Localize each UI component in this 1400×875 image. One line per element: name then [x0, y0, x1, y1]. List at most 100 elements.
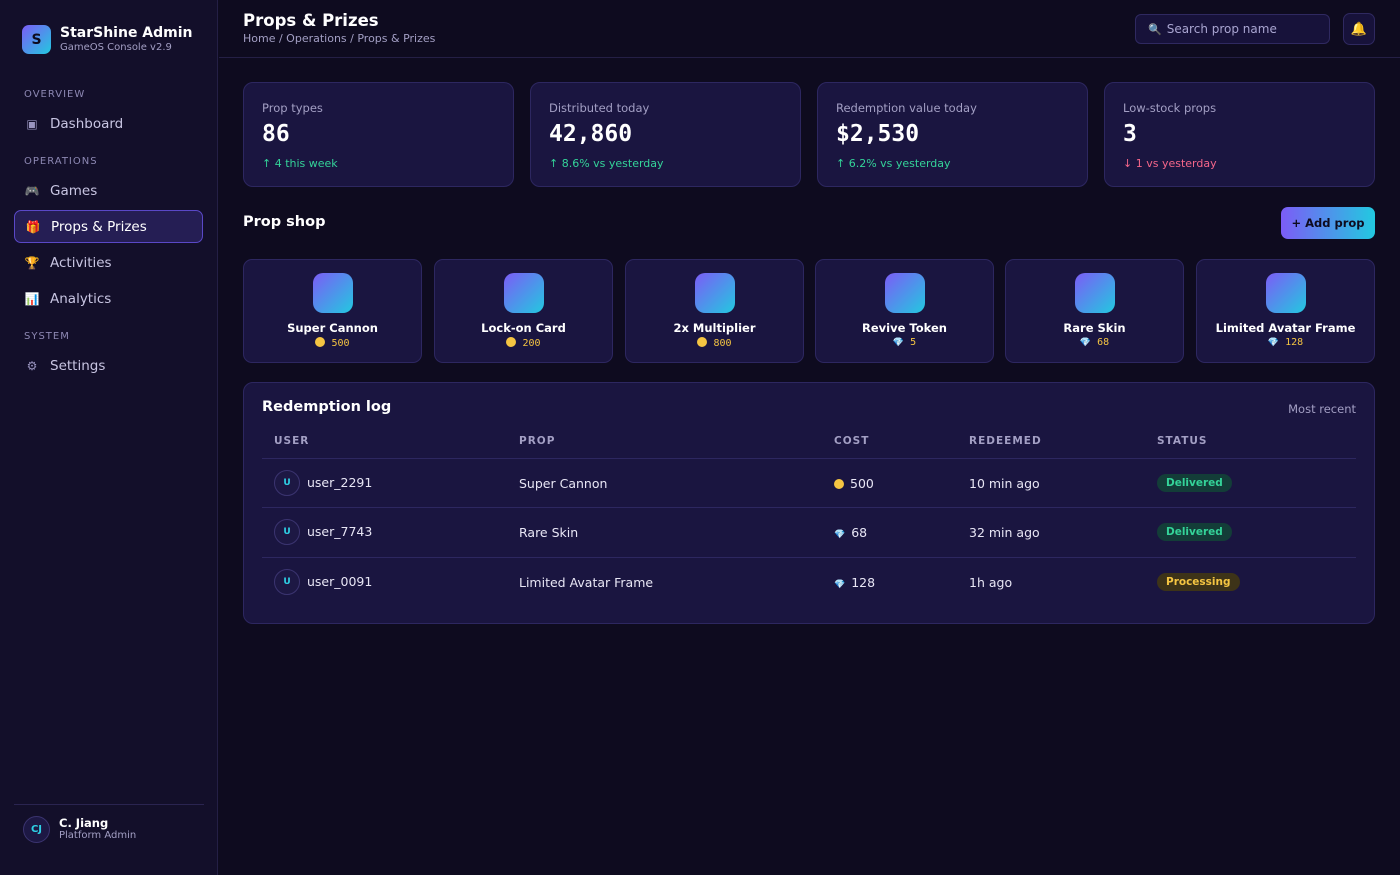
prop-price: 💎 5 — [892, 337, 917, 348]
table-cell-user[interactable]: user_7743 — [307, 524, 372, 539]
brand-subtitle: GameOS Console v2.9 — [60, 42, 172, 53]
coin-icon — [697, 337, 708, 347]
avatar: CJ — [23, 816, 50, 843]
prop-name: Super Cannon — [287, 321, 378, 335]
prop-image-icon — [1075, 273, 1115, 313]
table-divider — [262, 557, 1356, 558]
stat-label: Redemption value today — [836, 101, 977, 115]
avatar: U — [274, 519, 300, 545]
table-cell-prop: Super Cannon — [519, 476, 608, 491]
sidebar-item-label: Games — [50, 182, 98, 199]
prop-card[interactable]: 2x Multiplier 800 — [625, 259, 804, 363]
chart-icon: 📊 — [24, 291, 40, 306]
prop-price: 💎 128 — [1267, 337, 1304, 348]
sidebar-item-activities[interactable]: 🏆 Activities — [14, 246, 203, 279]
table-cell-cost: 💎 128 — [834, 575, 876, 590]
add-prop-button[interactable]: + Add prop — [1281, 207, 1375, 239]
coin-icon — [834, 479, 844, 489]
user-name: C. Jiang — [59, 816, 109, 830]
column-header-user[interactable]: USER — [274, 435, 309, 447]
table-cell-user[interactable]: user_0091 — [307, 574, 372, 589]
prop-price: 500 — [244, 337, 421, 349]
prop-image-icon — [504, 273, 544, 313]
prop-card[interactable]: Lock-on Card 200 — [434, 259, 613, 363]
redemption-log-title: Redemption log — [262, 399, 392, 415]
page-title: Props & Prizes — [243, 11, 379, 30]
stat-value: 3 — [1123, 121, 1137, 147]
stat-label: Low-stock props — [1123, 101, 1217, 115]
avatar: U — [274, 569, 300, 595]
gamepad-icon: 🎮 — [24, 183, 40, 198]
stat-delta: ↑ 6.2% vs yesterday — [836, 157, 951, 170]
table-cell-redeemed: 10 min ago — [969, 476, 1040, 491]
gem-icon: 💎 — [834, 580, 846, 590]
stat-card-prop-types: Prop types 86 ↑ 4 this week — [243, 82, 514, 187]
brand[interactable]: S StarShine Admin GameOS Console v2.9 — [22, 25, 193, 54]
table-cell-redeemed: 1h ago — [969, 575, 1013, 590]
sidebar-item-label: Dashboard — [50, 115, 124, 132]
gem-icon: 💎 — [834, 530, 846, 540]
prop-price: 800 — [626, 337, 803, 349]
prop-image-icon — [695, 273, 735, 313]
sidebar-item-games[interactable]: 🎮 Games — [14, 174, 203, 207]
status-badge: Processing — [1157, 573, 1240, 591]
stat-card-redemption-value: Redemption value today $2,530 ↑ 6.2% vs … — [817, 82, 1088, 187]
prop-price: 200 — [435, 337, 612, 349]
sidebar-item-props-prizes[interactable]: 🎁 Props & Prizes — [14, 210, 203, 243]
avatar: U — [274, 470, 300, 496]
sidebar-item-dashboard[interactable]: ▣ Dashboard — [14, 107, 203, 140]
stat-card-low-stock: Low-stock props 3 ↓ 1 vs yesterday — [1104, 82, 1375, 187]
nav-section-operations: OPERATIONS — [24, 156, 98, 167]
search-box[interactable]: 🔍 — [1135, 14, 1330, 44]
notification-bell-icon[interactable]: 🔔 — [1343, 13, 1375, 45]
stat-value: 86 — [262, 121, 290, 147]
prop-price: 💎 68 — [1079, 337, 1110, 348]
prop-name: Revive Token — [862, 321, 947, 335]
prop-shop-title: Prop shop — [243, 214, 326, 230]
prop-name: Rare Skin — [1063, 321, 1126, 335]
brand-logo-icon: S — [22, 25, 51, 54]
prop-card[interactable]: Limited Avatar Frame 💎 128 — [1196, 259, 1375, 363]
stat-value: $2,530 — [836, 121, 920, 147]
search-input[interactable] — [1166, 22, 1317, 36]
prop-card[interactable]: Rare Skin 💎 68 — [1005, 259, 1184, 363]
gem-icon: 💎 — [892, 338, 905, 348]
user-role: Platform Admin — [59, 830, 137, 841]
sidebar-item-analytics[interactable]: 📊 Analytics — [14, 282, 203, 315]
trophy-icon: 🏆 — [24, 255, 40, 270]
column-header-redeemed[interactable]: REDEEMED — [969, 435, 1042, 447]
prop-card[interactable]: Revive Token 💎 5 — [815, 259, 994, 363]
prop-image-icon — [885, 273, 925, 313]
column-header-prop[interactable]: PROP — [519, 435, 555, 447]
prop-image-icon — [1266, 273, 1306, 313]
table-divider — [262, 507, 1356, 508]
nav-section-system: SYSTEM — [24, 331, 70, 342]
stat-card-distributed-today: Distributed today 42,860 ↑ 8.6% vs yeste… — [530, 82, 801, 187]
breadcrumb[interactable]: Home / Operations / Props & Prizes — [243, 32, 435, 45]
redemption-log-sort[interactable]: Most recent — [1288, 402, 1356, 416]
table-cell-cost: 💎 68 — [834, 525, 868, 540]
table-cell-cost: 500 — [834, 476, 874, 491]
table-cell-user[interactable]: user_2291 — [307, 475, 372, 490]
prop-image-icon — [313, 273, 353, 313]
prop-name: Limited Avatar Frame — [1215, 321, 1356, 335]
user-profile[interactable]: CJ C. Jiang Platform Admin — [23, 816, 136, 843]
table-cell-prop: Limited Avatar Frame — [519, 575, 654, 590]
gem-icon: 💎 — [1267, 338, 1280, 348]
coin-icon — [506, 337, 517, 347]
prop-name: 2x Multiplier — [673, 321, 756, 335]
dashboard-icon: ▣ — [26, 116, 38, 131]
stat-label: Prop types — [262, 101, 323, 115]
gem-icon: 💎 — [1079, 338, 1092, 348]
status-badge: Delivered — [1157, 474, 1232, 492]
redemption-log-panel: Redemption log Most recent USER PROP COS… — [243, 382, 1375, 624]
sidebar-item-settings[interactable]: ⚙ Settings — [14, 349, 203, 382]
column-header-status[interactable]: STATUS — [1157, 435, 1207, 447]
column-header-cost[interactable]: COST — [834, 435, 869, 447]
prop-card[interactable]: Super Cannon 500 — [243, 259, 422, 363]
stat-delta: ↑ 8.6% vs yesterday — [549, 157, 664, 170]
table-cell-redeemed: 32 min ago — [969, 525, 1040, 540]
sidebar-item-label: Analytics — [50, 290, 112, 307]
coin-icon — [315, 337, 326, 347]
brand-name: StarShine Admin — [60, 25, 193, 41]
